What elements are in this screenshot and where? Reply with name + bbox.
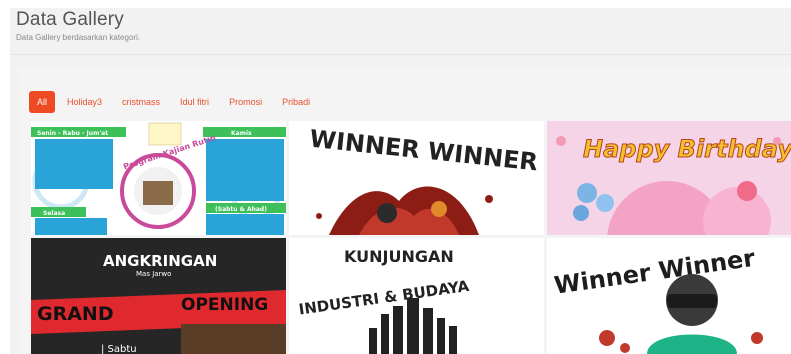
filter-cristmass[interactable]: cristmass: [114, 91, 168, 113]
angkringan-grand: GRAND: [37, 303, 114, 325]
angkringan-title: ANGKRINGAN: [103, 252, 217, 270]
kunjungan-title: KUNJUNGAN: [344, 247, 454, 266]
kajian-days-a: Senin - Rabu - Jum'at: [37, 130, 108, 137]
filter-promosi[interactable]: Promosi: [221, 91, 270, 113]
page-container: Data Gallery Data Gallery berdasarkan ka…: [10, 8, 791, 354]
header-divider: [10, 54, 791, 55]
kajian-days-d: (Sabtu & Ahad): [215, 206, 267, 213]
page-header: Data Gallery Data Gallery berdasarkan ka…: [16, 8, 140, 42]
kunjungan-poster-image: KUNJUNGAN INDUSTRI & BUDAYA: [289, 238, 544, 354]
kajian-days-b: Kamis: [231, 130, 252, 137]
gallery-item-angkringan[interactable]: ANGKRINGAN Mas Jarwo GRAND OPENING | Sab…: [31, 238, 286, 354]
angkringan-opening: OPENING: [181, 295, 268, 315]
filter-holiday3[interactable]: Holiday3: [59, 91, 110, 113]
winner-rider-image: Winner Winner: [547, 238, 791, 354]
angkringan-poster-image: ANGKRINGAN Mas Jarwo GRAND OPENING | Sab…: [31, 238, 286, 354]
angkringan-subtitle: Mas Jarwo: [136, 270, 171, 278]
kajian-days-c: Selasa: [43, 210, 65, 217]
filter-pribadi[interactable]: Pribadi: [274, 91, 318, 113]
gallery-item-winner-1[interactable]: WINNER WINNER: [289, 121, 544, 235]
birthday-title: Happy Birthday: [583, 135, 791, 163]
filter-idul-fitri[interactable]: Idul fitri: [172, 91, 217, 113]
gallery-item-kunjungan[interactable]: KUNJUNGAN INDUSTRI & BUDAYA: [289, 238, 544, 354]
gallery-grid: Senin - Rabu - Jum'at Kamis Selasa (Sabt…: [31, 121, 791, 354]
gallery-item-birthday[interactable]: Happy Birthday: [547, 121, 791, 235]
filter-bar: All Holiday3 cristmass Idul fitri Promos…: [29, 91, 318, 113]
filter-all[interactable]: All: [29, 91, 56, 113]
gallery-item-winner-2[interactable]: Winner Winner: [547, 238, 791, 354]
birthday-poster-image: Happy Birthday: [547, 121, 791, 235]
page-title: Data Gallery: [16, 9, 124, 30]
kajian-poster-image: Senin - Rabu - Jum'at Kamis Selasa (Sabt…: [31, 121, 286, 235]
angkringan-date: | Sabtu: [101, 344, 137, 354]
winner-poster-image: WINNER WINNER: [289, 121, 544, 235]
gallery-card: All Holiday3 cristmass Idul fitri Promos…: [18, 68, 791, 354]
gallery-item-kajian[interactable]: Senin - Rabu - Jum'at Kamis Selasa (Sabt…: [31, 121, 286, 235]
page-subtitle: Data Gallery berdasarkan kategori.: [16, 33, 141, 42]
